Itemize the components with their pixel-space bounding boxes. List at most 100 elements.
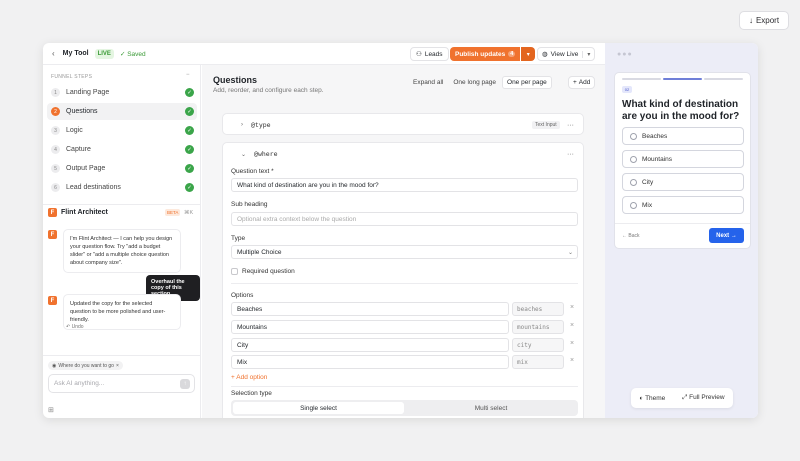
saved-status: ✓ Saved <box>119 50 146 58</box>
app-window: ‹ My Tool LIVE ✓ Saved ⚇ Leads Publish u… <box>43 43 758 418</box>
flint-logo-icon: F <box>48 208 57 217</box>
export-button[interactable]: ↓ Export <box>739 11 789 30</box>
more-icon[interactable]: ··· <box>567 151 574 158</box>
radio-icon <box>630 132 637 140</box>
back-chevron-icon[interactable]: ‹ <box>52 49 55 58</box>
divider <box>231 386 578 387</box>
option-row: Mountains mountains × <box>231 320 578 334</box>
view-live-dropdown[interactable]: ▾ <box>582 50 594 58</box>
preview-phone: 02 What kind of destination are you in t… <box>614 72 751 249</box>
sidebar-item-lead-destinations[interactable]: 6 Lead destinations ✓ <box>47 179 197 196</box>
flint-avatar-icon: F <box>48 296 57 305</box>
flint-avatar-icon: F <box>48 230 57 239</box>
preview-choice[interactable]: Mountains <box>622 150 744 168</box>
option-label-input[interactable]: Mix <box>231 355 509 369</box>
remove-option-icon[interactable]: × <box>570 304 574 311</box>
tab-one-long-page[interactable]: One long page <box>449 76 500 89</box>
check-icon: ✓ <box>185 107 194 116</box>
app-title: My Tool <box>62 50 89 57</box>
send-button[interactable]: ↑ <box>180 379 190 389</box>
collapse-icon[interactable]: − <box>186 72 190 78</box>
publish-dropdown-button[interactable]: ▾ <box>521 47 536 61</box>
beta-badge: BETA <box>165 209 181 216</box>
page-subtitle: Add, reorder, and configure each step. <box>213 87 324 94</box>
divider <box>43 355 201 356</box>
radio-icon <box>630 201 637 209</box>
layout-icon[interactable]: ⊞ <box>48 406 54 414</box>
chevron-down-icon: ▾ <box>587 51 591 58</box>
chevron-right-icon[interactable]: › <box>241 122 243 128</box>
type-tag: Text Input <box>532 121 560 129</box>
theme-button[interactable]: ◐ Theme <box>639 395 665 402</box>
option-value-input[interactable]: mountains <box>512 320 564 334</box>
option-label-input[interactable]: City <box>231 338 509 352</box>
check-icon: ✓ <box>185 145 194 154</box>
sidebar-item-landing-page[interactable]: 1 Landing Page ✓ <box>47 84 197 101</box>
preview-back-button[interactable]: ← Back <box>622 233 640 239</box>
option-label-input[interactable]: Beaches <box>231 302 509 316</box>
preview-choice[interactable]: Mix <box>622 196 744 214</box>
radio-icon <box>630 155 637 163</box>
users-icon: ⚇ <box>416 51 422 58</box>
progress-segment <box>663 78 702 80</box>
view-live-button[interactable]: ◍ View Live <box>538 50 582 59</box>
progress-segment <box>622 78 661 80</box>
top-bar: ‹ My Tool LIVE ✓ Saved ⚇ Leads Publish u… <box>43 43 605 65</box>
ai-message: I'm Flint Architect — I can help you des… <box>63 229 181 273</box>
subheading-input[interactable]: Optional extra context below the questio… <box>231 212 578 226</box>
context-chip[interactable]: ◉ Where do you want to go × <box>48 361 123 370</box>
ask-ai-input[interactable]: Ask AI anything... ↑ <box>48 374 195 393</box>
sidebar: FUNNEL STEPS − 1 Landing Page ✓ 2 Questi… <box>43 65 201 418</box>
option-row: Mix mix × <box>231 355 578 369</box>
sidebar-item-logic[interactable]: 3 Logic ✓ <box>47 122 197 139</box>
option-value-input[interactable]: city <box>512 338 564 352</box>
sidebar-item-output-page[interactable]: 5 Output Page ✓ <box>47 160 197 177</box>
remove-option-icon[interactable]: × <box>570 357 574 364</box>
pin-icon: ◉ <box>52 362 57 369</box>
more-icon[interactable]: ··· <box>567 122 574 129</box>
remove-option-icon[interactable]: × <box>570 322 574 329</box>
remove-option-icon[interactable]: × <box>570 340 574 347</box>
steps-header: FUNNEL STEPS <box>51 74 93 80</box>
add-option-link[interactable]: + Add option <box>231 374 267 381</box>
question-number-badge: 02 <box>622 86 632 93</box>
question-text-label: Question text * <box>231 168 274 175</box>
selection-type-toggle: Single select Multi select <box>231 400 578 416</box>
required-checkbox[interactable]: Required question <box>231 268 295 275</box>
chevron-down-icon[interactable]: ⌄ <box>241 151 246 158</box>
question-text-input[interactable]: What kind of destination are you in the … <box>231 178 578 192</box>
sidebar-item-questions[interactable]: 2 Questions ✓ <box>47 103 197 120</box>
type-label: Type <box>231 235 246 242</box>
option-row: Beaches beaches × <box>231 302 578 316</box>
question-card-type[interactable]: › @type Text Input ··· <box>222 113 584 135</box>
add-button[interactable]: + Add <box>568 76 596 89</box>
single-select-option[interactable]: Single select <box>233 402 404 414</box>
divider <box>615 223 750 224</box>
close-icon[interactable]: × <box>116 363 119 369</box>
undo-link[interactable]: ↶ Undo <box>66 324 84 330</box>
progress-segment <box>704 78 743 80</box>
preview-choice[interactable]: Beaches <box>622 127 744 145</box>
sidebar-item-capture[interactable]: 4 Capture ✓ <box>47 141 197 158</box>
tab-one-per-page[interactable]: One per page <box>502 76 552 89</box>
publish-button-group: Publish updates 4 ▾ <box>450 47 536 61</box>
shortcut-hint: ⌘K <box>184 209 194 216</box>
expand-icon: ⤢ <box>682 394 688 401</box>
leads-button[interactable]: ⚇ Leads <box>410 47 449 61</box>
options-label: Options <box>231 292 254 299</box>
chevron-down-icon: ▾ <box>526 51 530 58</box>
full-preview-button[interactable]: ⤢ Full Preview <box>682 394 724 402</box>
publish-button[interactable]: Publish updates 4 <box>450 47 521 61</box>
publish-count-badge: 4 <box>508 51 516 57</box>
type-select[interactable]: Multiple Choice ⌄ <box>231 245 578 259</box>
multi-select-option[interactable]: Multi select <box>406 402 576 414</box>
preview-next-button[interactable]: Next → <box>709 228 744 243</box>
option-value-input[interactable]: mix <box>512 355 564 369</box>
question-card-where: ⌄ @where ··· Question text * What kind o… <box>222 142 584 418</box>
option-row: City city × <box>231 338 578 352</box>
option-label-input[interactable]: Mountains <box>231 320 509 334</box>
check-icon: ✓ <box>185 183 194 192</box>
option-value-input[interactable]: beaches <box>512 302 564 316</box>
tab-expand-all[interactable]: Expand all <box>409 76 447 89</box>
preview-choice[interactable]: City <box>622 173 744 191</box>
